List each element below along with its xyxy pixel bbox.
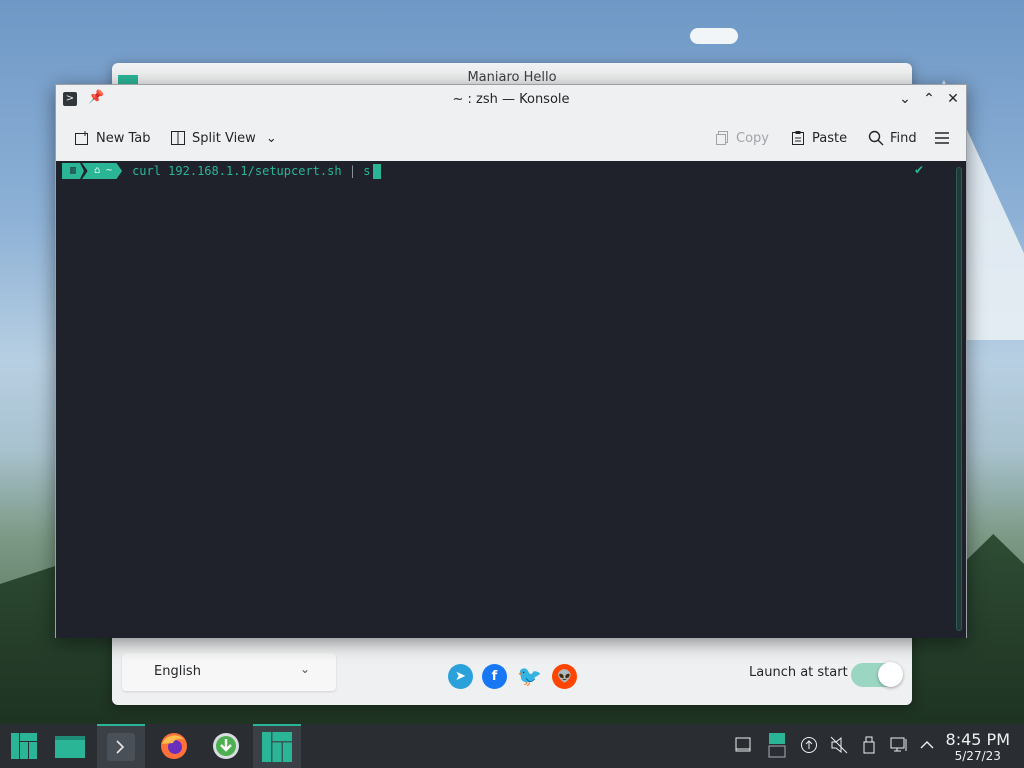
app-launcher-button[interactable]: [0, 724, 48, 768]
konsole-window-title: ~ : zsh — Konsole: [452, 92, 570, 107]
toggle-knob: [878, 662, 903, 687]
usb-device-icon[interactable]: [860, 736, 878, 754]
show-desktop-icon[interactable]: [734, 736, 752, 754]
monitor-network-icon: [890, 737, 907, 752]
status-check-icon: ✔: [913, 163, 924, 177]
new-tab-icon: [75, 131, 88, 145]
taskbar-firefox[interactable]: [150, 724, 198, 768]
clock[interactable]: 8:45 PM 5/27/23: [946, 730, 1010, 763]
copy-label: Copy: [736, 130, 769, 146]
new-tab-label: New Tab: [96, 130, 151, 146]
terminal-icon: [107, 733, 135, 761]
virtual-desktop-icon: [768, 733, 786, 758]
window-icon: [735, 737, 751, 752]
chevron-down-icon: ⌄: [265, 130, 277, 146]
prompt-directory: ⌂ ~: [82, 163, 123, 179]
manjaro-logo-icon: [11, 733, 37, 759]
twitter-glyph: 🐦: [517, 664, 542, 688]
tray-expand-icon[interactable]: [918, 736, 936, 754]
manjaro-logo-icon: [262, 732, 292, 762]
clock-date: 5/27/23: [954, 749, 1001, 763]
taskbar-software-manager[interactable]: [202, 724, 250, 768]
copy-button[interactable]: Copy: [714, 128, 769, 148]
terminal-scrollbar[interactable]: [956, 167, 962, 631]
reddit-icon[interactable]: 👽: [552, 664, 577, 689]
konsole-toolbar: New Tab Split View ⌄ Copy Paste Find: [56, 115, 966, 161]
terminal-cursor: [372, 163, 381, 179]
pager-icon[interactable]: [768, 732, 786, 758]
facebook-icon[interactable]: f: [482, 664, 507, 689]
minimize-button[interactable]: ⌄: [896, 90, 914, 108]
hello-window-title: Maniaro Hello: [467, 70, 557, 85]
konsole-window: > 📌 ~ : zsh — Konsole ⌄ ⌃ ✕ New Tab Spli…: [55, 84, 967, 638]
find-button[interactable]: Find: [868, 128, 917, 148]
reddit-glyph: 👽: [557, 669, 572, 683]
language-select[interactable]: English ⌄: [122, 653, 336, 691]
hamburger-menu-button[interactable]: [934, 128, 950, 148]
paste-label: Paste: [812, 130, 848, 146]
taskbar-file-manager[interactable]: [46, 724, 94, 768]
new-tab-button[interactable]: New Tab: [74, 128, 151, 148]
launch-at-start-toggle[interactable]: [851, 662, 903, 687]
terminal-area[interactable]: ▥ ⌂ ~ curl 192.168.1.1/setupcert.sh | s …: [56, 161, 966, 638]
taskbar-konsole[interactable]: [97, 724, 145, 768]
copy-icon: [716, 131, 728, 145]
speaker-muted-icon: [830, 736, 848, 754]
maximize-button[interactable]: ⌃: [920, 90, 938, 108]
telegram-icon[interactable]: ➤: [448, 664, 473, 689]
language-select-value: English: [154, 664, 201, 679]
search-icon: [868, 130, 884, 146]
network-icon[interactable]: [890, 736, 908, 754]
konsole-titlebar[interactable]: > 📌 ~ : zsh — Konsole ⌄ ⌃ ✕: [56, 85, 966, 115]
firefox-icon: [161, 733, 187, 759]
telegram-glyph: ➤: [455, 669, 466, 684]
split-view-button[interactable]: Split View ⌄: [170, 128, 277, 148]
taskbar: 8:45 PM 5/27/23: [0, 724, 1024, 768]
folder-icon: [55, 736, 85, 758]
volume-muted-icon[interactable]: [830, 736, 848, 754]
prompt-distro-icon: ▥: [62, 163, 84, 179]
command-text: curl 192.168.1.1/setupcert.sh | s: [132, 164, 371, 178]
hello-bottom-bar: English ⌄ ➤ f 🐦 👽 Launch at start: [112, 643, 912, 705]
twitter-icon[interactable]: 🐦: [517, 664, 542, 689]
close-button[interactable]: ✕: [944, 90, 962, 108]
upload-arrow-icon: [801, 737, 817, 753]
usb-icon: [863, 736, 875, 754]
shell-prompt: ▥ ⌂ ~ curl 192.168.1.1/setupcert.sh | s: [62, 163, 381, 179]
hamburger-menu-icon: [935, 132, 949, 144]
clock-time: 8:45 PM: [945, 730, 1010, 749]
chevron-up-icon: [920, 741, 934, 749]
split-view-label: Split View: [192, 130, 256, 146]
download-icon: [213, 733, 239, 759]
paste-button[interactable]: Paste: [790, 128, 847, 148]
update-icon[interactable]: [800, 736, 818, 754]
facebook-glyph: f: [491, 669, 498, 684]
wallpaper-cloud: [690, 28, 738, 44]
find-label: Find: [890, 130, 917, 146]
launch-at-start-label: Launch at start: [749, 665, 848, 680]
chevron-down-icon: ⌄: [299, 662, 310, 676]
taskbar-manjaro-hello[interactable]: [253, 724, 301, 768]
paste-icon: [792, 131, 804, 145]
split-view-icon: [171, 131, 185, 145]
